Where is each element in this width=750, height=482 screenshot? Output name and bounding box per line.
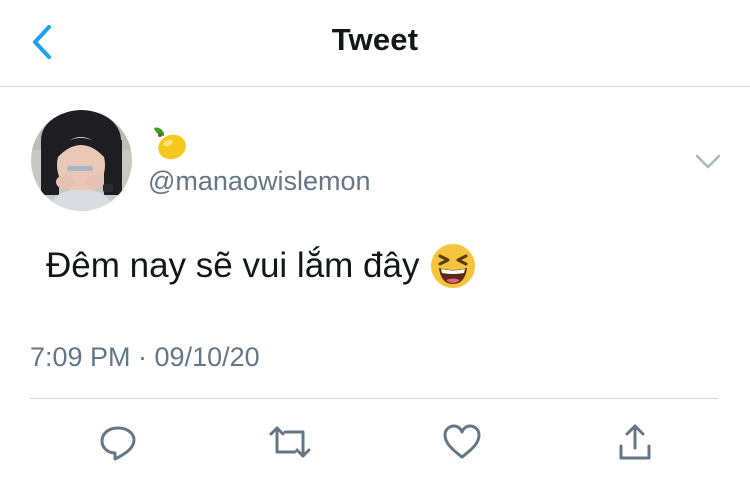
chevron-down-icon	[695, 154, 721, 169]
grinning-squinting-face-icon	[431, 244, 476, 288]
heart-icon	[443, 424, 481, 459]
lemon-icon	[154, 127, 186, 160]
avatar[interactable]	[31, 110, 132, 211]
top-bar: Tweet	[0, 0, 750, 87]
user-handle[interactable]: @manaowislemon	[148, 166, 371, 197]
more-options-button[interactable]	[692, 148, 724, 176]
tweet-timestamp[interactable]: 7:09 PM · 09/10/20	[30, 342, 260, 373]
reply-icon	[100, 426, 136, 461]
reply-button[interactable]	[96, 420, 140, 464]
retweet-icon	[269, 426, 311, 458]
tweet-text-content: Đêm nay sẽ vui lắm đây	[46, 246, 420, 285]
retweet-button[interactable]	[268, 420, 312, 464]
display-name[interactable]	[150, 124, 190, 164]
share-button[interactable]	[613, 420, 657, 464]
divider	[30, 398, 718, 399]
page-title: Tweet	[331, 22, 419, 57]
share-icon	[619, 424, 651, 460]
tweet-text: Đêm nay sẽ vui lắm đây	[46, 242, 477, 290]
like-button[interactable]	[440, 420, 484, 464]
